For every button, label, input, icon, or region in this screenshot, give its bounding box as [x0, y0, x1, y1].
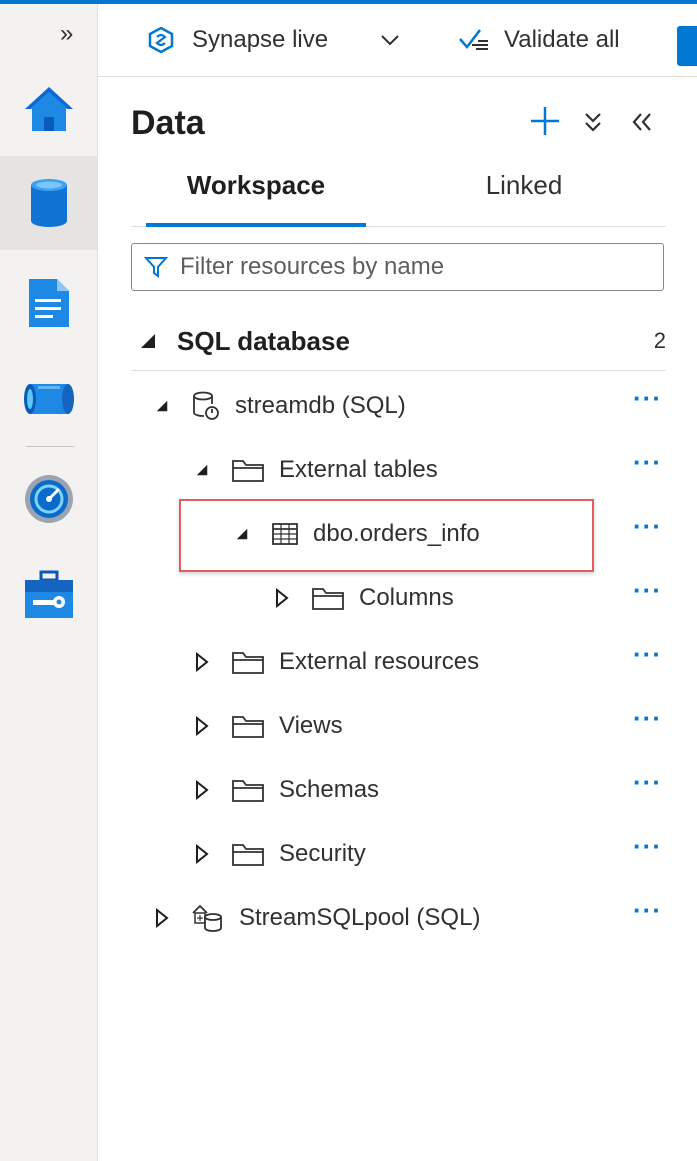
tree-item-label: External resources [279, 648, 480, 675]
double-chevron-left-icon [632, 113, 651, 131]
folder-icon [231, 457, 265, 483]
rail-item-integrate[interactable] [0, 352, 97, 446]
collapsed-triangle-icon[interactable] [195, 652, 209, 672]
tree-item-label: Security [279, 840, 366, 867]
double-chevron-down-icon [585, 113, 601, 132]
selected-tab-indicator [146, 223, 366, 227]
tree-item-label: dbo.orders_info [313, 520, 480, 547]
workspace-label: Synapse live [192, 26, 329, 53]
collapsed-triangle-icon[interactable] [275, 588, 289, 608]
section-count: 2 [653, 328, 666, 353]
expanded-triangle-icon[interactable] [235, 524, 249, 544]
collapsed-triangle-icon[interactable] [155, 908, 169, 928]
collapsed-triangle-icon[interactable] [195, 716, 209, 736]
manage-icon [24, 570, 73, 618]
collapse-panel-button[interactable] [628, 108, 656, 136]
folder-icon [231, 649, 265, 675]
develop-icon [28, 279, 69, 327]
section-sql-database[interactable]: SQL database 2 [131, 318, 666, 364]
synapse-icon [148, 27, 174, 53]
more-options-icon[interactable]: ··· [633, 449, 662, 475]
tree-item-external-tables[interactable]: External tables ··· [131, 442, 666, 498]
add-resource-button[interactable] [528, 104, 562, 138]
more-options-icon[interactable]: ··· [633, 385, 662, 411]
tree-item-streamdb[interactable]: streamdb (SQL) ··· [131, 378, 666, 434]
tree-item-label: streamdb (SQL) [235, 392, 406, 419]
tab-workspace[interactable]: Workspace [146, 170, 366, 226]
filter-input[interactable] [178, 252, 642, 282]
collapsed-triangle-icon[interactable] [195, 780, 209, 800]
more-options-icon[interactable]: ··· [633, 769, 662, 795]
section-divider [131, 370, 666, 371]
more-options-icon[interactable]: ··· [633, 705, 662, 731]
more-options-icon[interactable]: ··· [633, 833, 662, 859]
tree-item-label: Schemas [279, 776, 380, 803]
more-options-icon[interactable]: ··· [633, 897, 662, 923]
collapsed-triangle-icon[interactable] [195, 844, 209, 864]
table-icon [271, 522, 299, 546]
tree-item-label: External tables [279, 456, 438, 483]
workspace-selector[interactable]: Synapse live [148, 4, 400, 76]
filter-box [131, 243, 664, 291]
rail-item-manage[interactable] [0, 548, 97, 642]
filter-icon [144, 257, 168, 278]
folder-icon [231, 713, 265, 739]
collapse-all-button[interactable] [581, 108, 605, 136]
panel-title: Data [131, 104, 205, 142]
expanded-triangle-icon [141, 334, 155, 348]
left-navigation-rail: » [0, 4, 98, 1161]
folder-icon [231, 841, 265, 867]
rail-separator [26, 446, 74, 447]
rail-item-home[interactable] [0, 62, 97, 156]
top-toolbar: Synapse live Validate all [98, 4, 697, 77]
rail-item-monitor[interactable] [0, 452, 97, 546]
sql-database-icon [191, 391, 221, 421]
tree-item-label: Views [279, 712, 343, 739]
chevron-down-icon[interactable] [380, 34, 400, 46]
publish-button-edge[interactable] [677, 26, 697, 66]
plus-icon [531, 107, 559, 135]
validate-all-label: Validate all [504, 26, 620, 53]
more-options-icon[interactable]: ··· [633, 641, 662, 667]
tree-item-label: StreamSQLpool (SQL) [239, 904, 481, 931]
expanded-triangle-icon[interactable] [195, 460, 209, 480]
tree-item-security[interactable]: Security ··· [131, 826, 666, 882]
integrate-icon [23, 384, 74, 414]
data-icon [30, 179, 67, 227]
tree-item-streamsqlpool[interactable]: StreamSQLpool (SQL) ··· [131, 890, 666, 946]
folder-icon [311, 585, 345, 611]
sql-pool-icon [191, 903, 225, 933]
expand-rail-icon[interactable]: » [60, 20, 73, 48]
home-icon [24, 87, 73, 131]
more-options-icon[interactable]: ··· [633, 513, 662, 539]
tree-item-label: Columns [359, 584, 454, 611]
expanded-triangle-icon[interactable] [155, 396, 169, 416]
rail-item-data[interactable] [0, 156, 97, 250]
tree-item-columns[interactable]: Columns ··· [131, 570, 666, 626]
more-options-icon[interactable]: ··· [633, 577, 662, 603]
validate-icon [459, 29, 488, 50]
section-title: SQL database [177, 325, 350, 356]
rail-item-develop[interactable] [0, 256, 97, 350]
tree-item-views[interactable]: Views ··· [131, 698, 666, 754]
tree-item-schemas[interactable]: Schemas ··· [131, 762, 666, 818]
tree-item-external-resources[interactable]: External resources ··· [131, 634, 666, 690]
tree-item-dbo-orders-info[interactable]: dbo.orders_info ··· [131, 506, 666, 562]
monitor-icon [24, 475, 73, 523]
validate-all-button[interactable]: Validate all [458, 4, 620, 76]
tab-linked[interactable]: Linked [424, 170, 624, 226]
folder-icon [231, 777, 265, 803]
